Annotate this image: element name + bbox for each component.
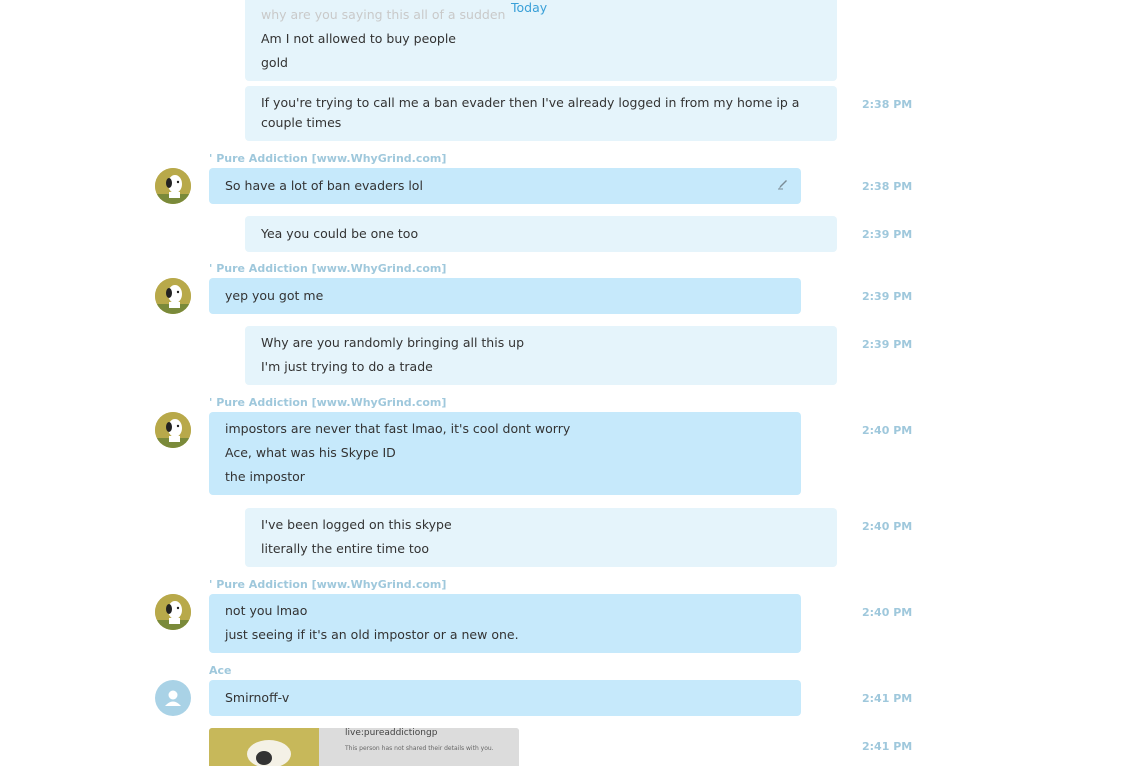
snoopy-avatar[interactable]: [155, 594, 191, 630]
message-bubble[interactable]: So have a lot of ban evaders lol: [209, 168, 801, 204]
message-line: Ace, what was his Skype ID: [225, 445, 396, 460]
edit-icon[interactable]: [777, 178, 789, 193]
attachment-title: live:pureaddictiongp: [345, 728, 438, 738]
message-bubble[interactable]: Smirnoff-v: [209, 680, 801, 716]
message-line: If you're trying to call me a ban evader…: [261, 95, 800, 110]
message-line: So have a lot of ban evaders lol: [225, 178, 423, 193]
message-line: why are you saying this all of a sudden: [261, 7, 506, 22]
message-line: couple times: [261, 115, 342, 130]
message-bubble[interactable]: I've been logged on this skype literally…: [245, 508, 837, 567]
timestamp: 2:40 PM: [862, 606, 913, 619]
message-line: just seeing if it's an old impostor or a…: [225, 627, 519, 642]
timestamp: 2:39 PM: [862, 338, 913, 351]
message-bubble[interactable]: Why are you randomly bringing all this u…: [245, 326, 837, 385]
date-divider: Today: [511, 0, 548, 15]
message-line: Yea you could be one too: [261, 226, 419, 241]
message-line: Smirnoff-v: [225, 690, 290, 705]
timestamp: 2:38 PM: [862, 180, 913, 193]
message-line: literally the entire time too: [261, 541, 430, 556]
message-line: I'm just trying to do a trade: [261, 359, 433, 374]
snoopy-avatar[interactable]: [155, 412, 191, 448]
message-bubble[interactable]: impostors are never that fast lmao, it's…: [209, 412, 801, 495]
sender-name[interactable]: ' Pure Addiction [www.WhyGrind.com]: [209, 578, 446, 591]
message-bubble[interactable]: Yea you could be one too: [245, 216, 837, 252]
sender-name[interactable]: ' Pure Addiction [www.WhyGrind.com]: [209, 152, 446, 165]
message-line: yep you got me: [225, 288, 324, 303]
default-avatar-icon[interactable]: [155, 680, 191, 716]
sender-name[interactable]: ' Pure Addiction [www.WhyGrind.com]: [209, 396, 446, 409]
message-bubble[interactable]: yep you got me: [209, 278, 801, 314]
snoopy-avatar[interactable]: [155, 168, 191, 204]
image-attachment[interactable]: live:pureaddictiongp This person has not…: [209, 728, 519, 766]
timestamp: 2:39 PM: [862, 290, 913, 303]
sender-name[interactable]: ' Pure Addiction [www.WhyGrind.com]: [209, 262, 446, 275]
message-line: not you lmao: [225, 603, 308, 618]
attachment-subtitle: This person has not shared their details…: [345, 745, 494, 752]
message-bubble[interactable]: not you lmao just seeing if it's an old …: [209, 594, 801, 653]
message-bubble[interactable]: If you're trying to call me a ban evader…: [245, 86, 837, 141]
timestamp: 2:40 PM: [862, 520, 913, 533]
message-line: Why are you randomly bringing all this u…: [261, 335, 525, 350]
message-line: I've been logged on this skype: [261, 517, 452, 532]
timestamp: 2:41 PM: [862, 740, 913, 753]
timestamp: 2:39 PM: [862, 228, 913, 241]
sender-name[interactable]: Ace: [209, 664, 232, 677]
timestamp: 2:38 PM: [862, 98, 913, 111]
message-line: impostors are never that fast lmao, it's…: [225, 421, 571, 436]
message-line: the impostor: [225, 469, 305, 484]
snoopy-avatar[interactable]: [155, 278, 191, 314]
timestamp: 2:41 PM: [862, 692, 913, 705]
timestamp: 2:40 PM: [862, 424, 913, 437]
message-line: gold: [261, 55, 288, 70]
message-line: Am I not allowed to buy people: [261, 31, 457, 46]
